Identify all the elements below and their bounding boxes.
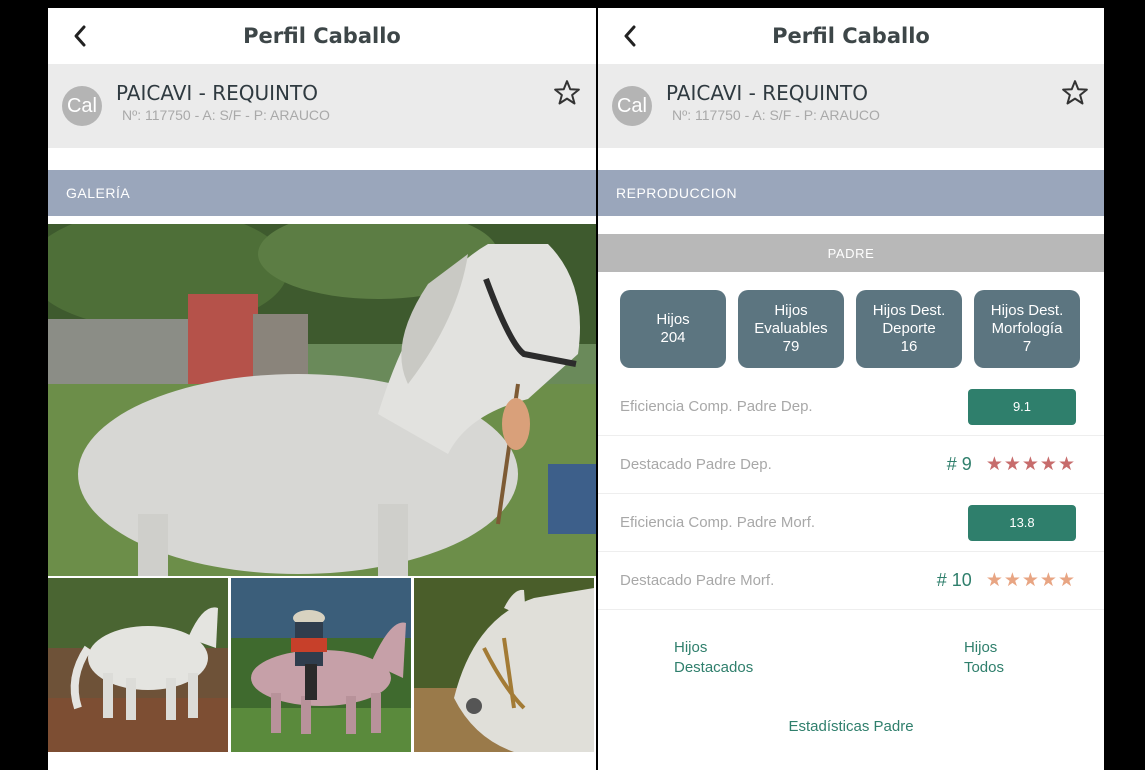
screen-gallery: Perfil Caballo Cal PAICAVI - REQUINTO Nº… — [48, 8, 596, 770]
page-title: Perfil Caballo — [772, 24, 930, 48]
metric-value-badge: 13.8 — [968, 504, 1076, 541]
star-filled-icon: ★★★★★ — [985, 570, 1076, 591]
link-line-2: Todos — [963, 659, 1004, 676]
favorite-button[interactable] — [1060, 78, 1090, 108]
rank-value: # 9 — [946, 454, 972, 474]
stat-label-2: Morfología — [991, 320, 1063, 337]
stat-value: 204 — [660, 329, 686, 346]
avatar: Cal — [62, 86, 102, 126]
metric-row: Eficiencia Comp. Padre Dep. 9.1 — [598, 378, 1104, 436]
horse-meta: Nº: 117750 - A: S/F - P: ARAUCO — [122, 107, 330, 123]
stat-value: 79 — [782, 338, 800, 355]
estadisticas-padre-link[interactable]: Estadísticas Padre — [598, 718, 1104, 735]
stat-hijos-dest-morfologia[interactable]: Hijos Dest. Morfología 7 — [974, 290, 1080, 368]
metrics-list: Eficiencia Comp. Padre Dep. 9.1 Destacad… — [598, 378, 1104, 610]
metric-label: Destacado Padre Dep. — [620, 456, 772, 473]
metric-row: Eficiencia Comp. Padre Morf. 13.8 — [598, 494, 1104, 552]
back-arrow-icon — [624, 25, 636, 47]
back-arrow-icon — [74, 25, 86, 47]
star-outline-icon — [1062, 80, 1088, 105]
horse-text: PAICAVI - REQUINTO Nº: 117750 - A: S/F -… — [116, 81, 330, 123]
stat-label-2: Evaluables — [754, 320, 828, 337]
rank-value: # 10 — [936, 570, 972, 590]
favorite-button[interactable] — [552, 78, 582, 108]
metric-label: Destacado Padre Morf. — [620, 572, 775, 589]
star-outline-icon — [554, 80, 580, 105]
avatar: Cal — [612, 86, 652, 126]
stat-label-2: Deporte — [882, 320, 936, 337]
horse-name: PAICAVI - REQUINTO — [666, 81, 868, 105]
link-line-1: Hijos — [674, 639, 708, 656]
thumbnail-1[interactable] — [48, 578, 228, 752]
horse-name: PAICAVI - REQUINTO — [116, 81, 318, 105]
link-line-1: Hijos — [963, 639, 998, 656]
metric-label: Eficiencia Comp. Padre Dep. — [620, 398, 813, 415]
links-row: Hijos Destacados Hijos Todos — [598, 610, 1104, 678]
metric-row: Destacado Padre Morf. # 10 ★★★★★ — [598, 552, 1104, 610]
main-photo[interactable] — [48, 224, 596, 576]
thumbnail-strip — [48, 578, 596, 752]
section-reproduction: REPRODUCCION — [598, 170, 1104, 216]
stat-label: Hijos — [774, 302, 808, 319]
hijos-destacados-link[interactable]: Hijos Destacados — [674, 638, 753, 678]
stats-row: Hijos 204 Hijos Evaluables 79 Hijos Dest… — [598, 272, 1104, 368]
back-button[interactable] — [610, 16, 650, 56]
star-filled-icon: ★★★★★ — [985, 454, 1076, 475]
stat-value: 16 — [900, 338, 918, 355]
horse-meta: Nº: 117750 - A: S/F - P: ARAUCO — [672, 107, 880, 123]
stat-label: Hijos — [656, 311, 690, 328]
thumbnail-2[interactable] — [231, 578, 411, 752]
screen-reproduction: Perfil Caballo Cal PAICAVI - REQUINTO Nº… — [598, 8, 1104, 770]
stat-hijos-evaluables[interactable]: Hijos Evaluables 79 — [738, 290, 844, 368]
metric-value-badge: 9.1 — [968, 388, 1076, 425]
section-gallery: GALERÍA — [48, 170, 596, 216]
top-bar: Perfil Caballo — [598, 8, 1104, 64]
stat-value: 7 — [1022, 338, 1032, 355]
stat-hijos-dest-deporte[interactable]: Hijos Dest. Deporte 16 — [856, 290, 962, 368]
stage: Perfil Caballo Cal PAICAVI - REQUINTO Nº… — [0, 0, 1145, 770]
stat-label: Hijos Dest. — [872, 302, 946, 319]
horse-header: Cal PAICAVI - REQUINTO Nº: 117750 - A: S… — [48, 64, 596, 148]
metric-row: Destacado Padre Dep. # 9 ★★★★★ — [598, 436, 1104, 494]
link-line-2: Destacados — [674, 659, 754, 676]
page-title: Perfil Caballo — [243, 24, 401, 48]
stat-hijos[interactable]: Hijos 204 — [620, 290, 726, 368]
horse-text: PAICAVI - REQUINTO Nº: 117750 - A: S/F -… — [666, 81, 880, 123]
thumbnail-3[interactable] — [414, 578, 594, 752]
horse-header: Cal PAICAVI - REQUINTO Nº: 117750 - A: S… — [598, 64, 1104, 148]
stat-label: Hijos Dest. — [990, 302, 1064, 319]
top-bar: Perfil Caballo — [48, 8, 596, 64]
back-button[interactable] — [60, 16, 100, 56]
subsection-padre: PADRE — [598, 234, 1104, 272]
metric-label: Eficiencia Comp. Padre Morf. — [620, 514, 816, 531]
hijos-todos-link[interactable]: Hijos Todos — [964, 638, 1004, 678]
